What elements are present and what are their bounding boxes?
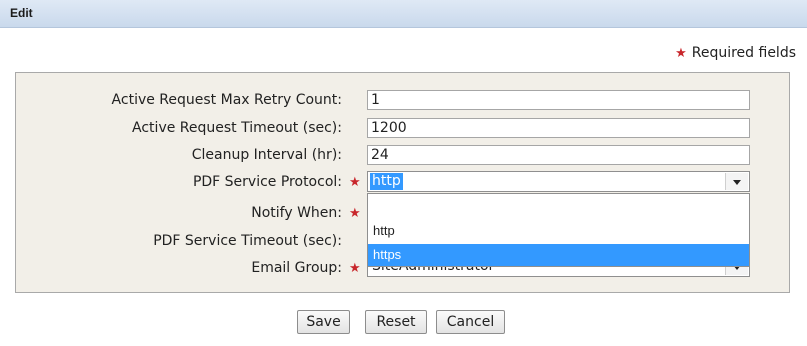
- pdf-service-timeout-label: PDF Service Timeout (sec):: [153, 233, 342, 249]
- required-star-icon: ★: [349, 206, 361, 221]
- required-star-icon: ★: [675, 46, 687, 61]
- required-star-icon: ★: [349, 261, 361, 276]
- dialog-titlebar: Edit: [0, 0, 807, 28]
- cleanup-interval-input[interactable]: [367, 145, 750, 165]
- active-request-timeout-input[interactable]: [367, 118, 750, 138]
- cleanup-interval-label: Cleanup Interval (hr):: [191, 147, 342, 163]
- active-request-timeout-label: Active Request Timeout (sec):: [132, 120, 342, 136]
- required-star-icon: ★: [349, 175, 361, 190]
- save-button[interactable]: Save: [297, 310, 350, 334]
- email-group-label: Email Group:: [251, 260, 342, 276]
- reset-button[interactable]: Reset: [365, 310, 427, 334]
- pdf-service-protocol-dropdown-list: http https: [367, 193, 750, 267]
- dropdown-option-empty[interactable]: [368, 197, 749, 219]
- pdf-service-protocol-value: http: [370, 173, 403, 190]
- required-fields-note: ★ Required fields: [675, 45, 796, 61]
- required-fields-label: Required fields: [691, 45, 796, 61]
- dropdown-option-http[interactable]: http: [368, 220, 749, 242]
- dropdown-option-https[interactable]: https: [368, 244, 749, 266]
- max-retry-count-label: Active Request Max Retry Count:: [111, 92, 342, 108]
- notify-when-label: Notify When:: [251, 205, 342, 221]
- cancel-button[interactable]: Cancel: [436, 310, 505, 334]
- pdf-service-protocol-label: PDF Service Protocol:: [192, 174, 342, 190]
- dialog-title: Edit: [10, 6, 33, 20]
- pdf-service-protocol-select[interactable]: http: [367, 171, 750, 192]
- max-retry-count-input[interactable]: [367, 90, 750, 110]
- chevron-down-icon[interactable]: [725, 173, 748, 190]
